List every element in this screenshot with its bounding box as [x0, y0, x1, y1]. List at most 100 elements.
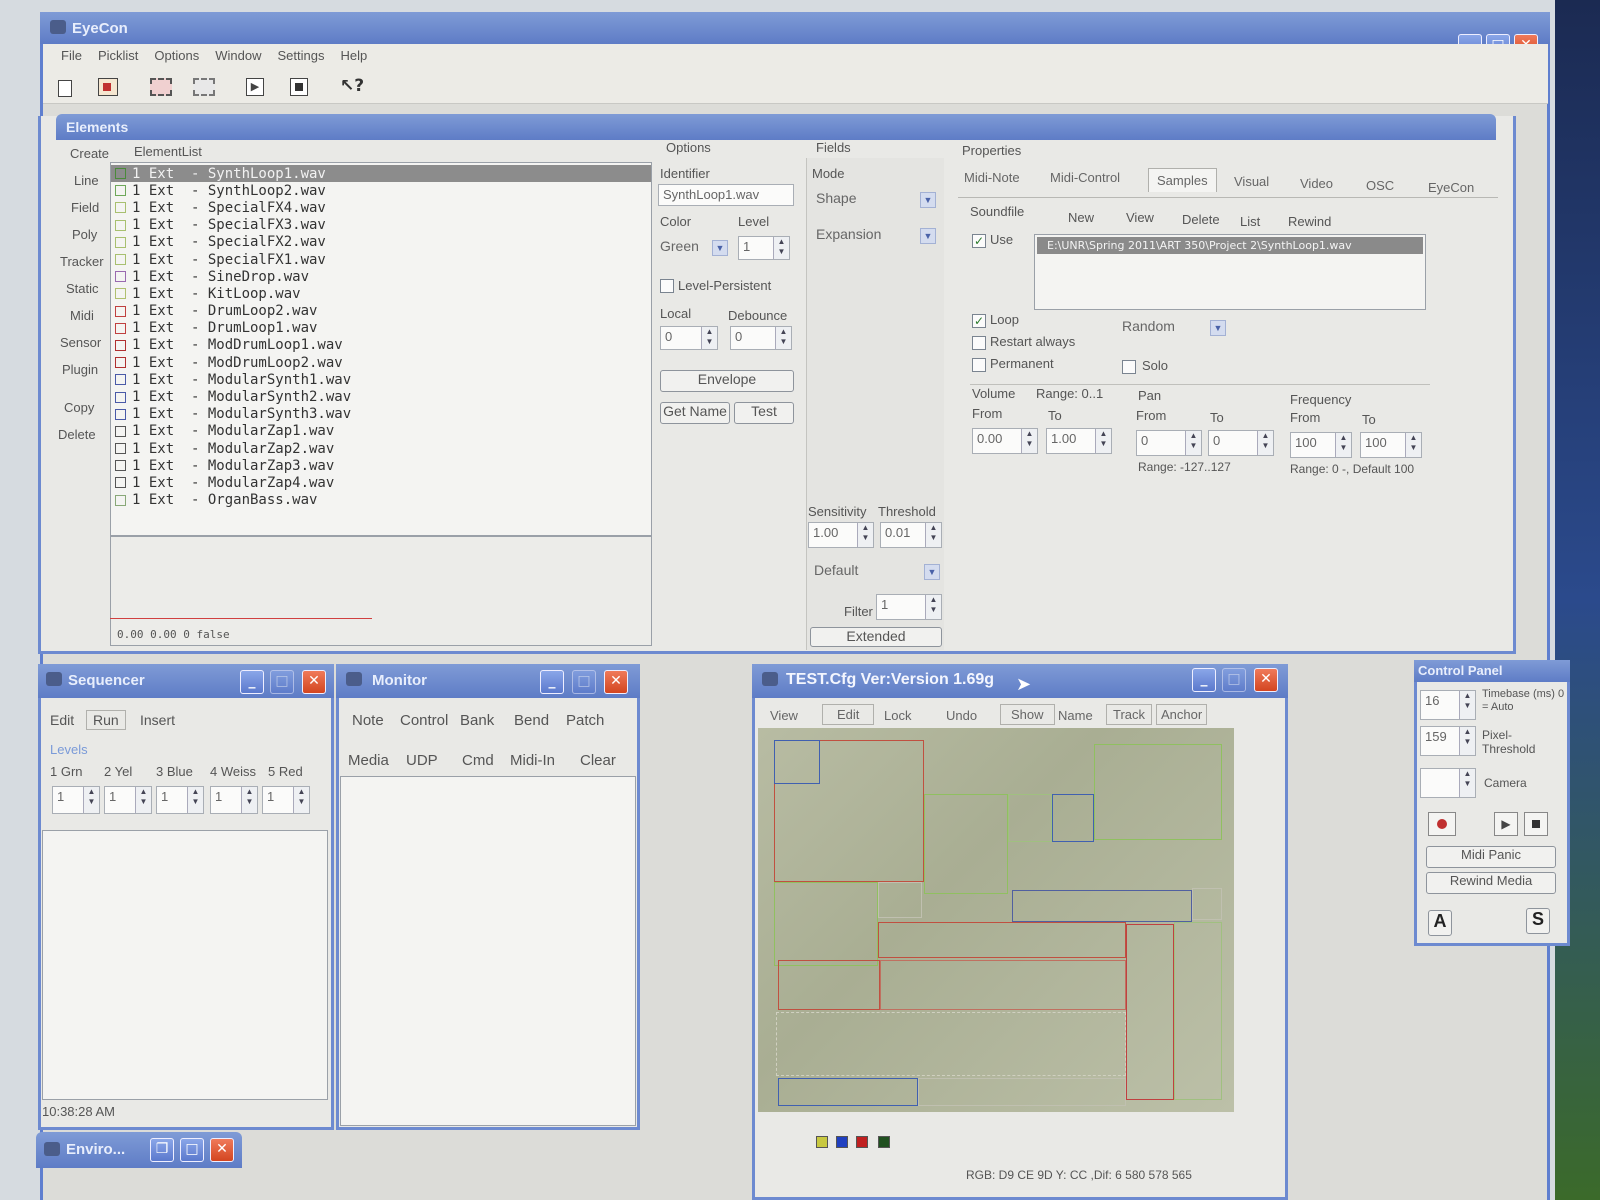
s-button[interactable]: S	[1526, 908, 1550, 934]
play-icon[interactable]: ▶	[1494, 812, 1518, 836]
tab-osc[interactable]: OSC	[1366, 178, 1394, 193]
sequencer-maximize-button[interactable]: □	[270, 670, 294, 694]
help-cursor-icon[interactable]: ↖?	[340, 76, 364, 96]
cfg-view-button[interactable]: View	[770, 708, 798, 723]
stop-icon[interactable]	[1524, 812, 1548, 836]
field-rect[interactable]	[774, 882, 878, 966]
spinner-arrows-icon[interactable]: ▲ ▼	[773, 237, 789, 259]
menu-file[interactable]: File	[53, 44, 90, 68]
pan-from-spinner[interactable]: 0 ▲ ▼	[1136, 430, 1202, 456]
cfg-edit-button[interactable]: Edit	[822, 704, 875, 725]
tab-samples[interactable]: Samples	[1148, 168, 1217, 192]
cfg-undo-button[interactable]: Undo	[946, 708, 977, 723]
camera-canvas[interactable]	[758, 728, 1234, 1112]
sequencer-minimize-button[interactable]: _	[240, 670, 264, 694]
swatch-yellow[interactable]	[816, 1136, 828, 1148]
sound-rewind-button[interactable]: Rewind	[1288, 214, 1331, 229]
local-spinner[interactable]: 0 ▲ ▼	[660, 326, 718, 350]
monitor-control-button[interactable]: Control	[400, 712, 448, 729]
field-rect[interactable]	[1052, 794, 1094, 842]
tab-midi-control[interactable]: Midi-Control	[1050, 170, 1120, 185]
solo-checkbox[interactable]	[1122, 360, 1136, 374]
pixel-threshold-spinner[interactable]: 159 ▲ ▼	[1420, 726, 1476, 756]
field-rect[interactable]	[878, 922, 1126, 958]
element-list-row[interactable]: 1 Ext - ModularZap4.wav	[111, 474, 651, 491]
filter-spinner[interactable]: 1 ▲ ▼	[876, 594, 942, 620]
element-list-row[interactable]: 1 Ext - ModularZap3.wav	[111, 457, 651, 474]
level-spinner[interactable]: 1 ▲ ▼	[738, 236, 790, 260]
create-sensor-button[interactable]: Sensor	[60, 335, 101, 350]
sequencer-run-menu[interactable]: Run	[86, 710, 126, 730]
field-rect[interactable]	[880, 960, 1126, 1010]
level-4-spinner[interactable]: 1 ▲ ▼	[210, 786, 258, 814]
test-button[interactable]: Test	[734, 402, 794, 424]
field-rect[interactable]	[918, 1078, 1126, 1106]
camera-spinner[interactable]: ▲ ▼	[1420, 768, 1476, 798]
monitor-midi-in-button[interactable]: Midi-In	[510, 752, 555, 769]
field-rect[interactable]	[924, 794, 1008, 894]
sound-view-button[interactable]: View	[1126, 210, 1154, 225]
field-rect[interactable]	[1008, 794, 1052, 842]
menu-window[interactable]: Window	[207, 44, 269, 68]
spinner-arrows-icon[interactable]: ▲ ▼	[857, 523, 873, 547]
delete-button[interactable]: Delete	[58, 427, 96, 442]
loop-checkbox[interactable]: ✓	[972, 314, 986, 328]
rewind-media-button[interactable]: Rewind Media	[1426, 872, 1556, 894]
element-list-row[interactable]: 1 Ext - ModularSynth2.wav	[111, 388, 651, 405]
spinner-arrows-icon[interactable]: ▲ ▼	[1335, 433, 1351, 457]
field-rect[interactable]	[1094, 744, 1222, 840]
stop-icon[interactable]	[290, 78, 308, 96]
monitor-log[interactable]	[340, 776, 636, 1126]
film-strip-icon[interactable]	[150, 78, 172, 96]
field-rect[interactable]	[878, 882, 922, 918]
spinner-arrows-icon[interactable]: ▲ ▼	[241, 787, 257, 813]
spinner-arrows-icon[interactable]: ▲ ▼	[135, 787, 151, 813]
test-cfg-close-button[interactable]: ✕	[1254, 668, 1278, 692]
field-rect[interactable]	[774, 740, 820, 784]
create-static-button[interactable]: Static	[66, 281, 99, 296]
identifier-field[interactable]: SynthLoop1.wav	[658, 184, 794, 206]
spinner-arrows-icon[interactable]: ▲ ▼	[1405, 433, 1421, 457]
restart-always-checkbox[interactable]	[972, 336, 986, 350]
level-persistent-checkbox[interactable]	[660, 279, 674, 293]
monitor-maximize-button[interactable]: □	[572, 670, 596, 694]
default-select[interactable]: Default ▼	[814, 562, 940, 582]
create-field-button[interactable]: Field	[71, 200, 99, 215]
monitor-cmd-button[interactable]: Cmd	[462, 752, 494, 769]
volume-from-spinner[interactable]: 0.00 ▲ ▼	[972, 428, 1038, 454]
soundfile-list[interactable]: E:\UNR\Spring 2011\ART 350\Project 2\Syn…	[1034, 234, 1426, 310]
field-rect[interactable]	[778, 1078, 918, 1106]
sound-list-button[interactable]: List	[1240, 214, 1260, 229]
field-rect[interactable]	[1174, 922, 1222, 1100]
element-list[interactable]: 1 Ext - SynthLoop1.wav 1 Ext - SynthLoop2…	[110, 162, 652, 536]
sequencer-close-button[interactable]: ✕	[302, 670, 326, 694]
film-strip-alt-icon[interactable]	[193, 78, 215, 96]
level-3-spinner[interactable]: 1 ▲ ▼	[156, 786, 204, 814]
sound-delete-button[interactable]: Delete	[1182, 212, 1220, 227]
permanent-checkbox[interactable]	[972, 358, 986, 372]
sound-new-button[interactable]: New	[1068, 210, 1094, 225]
monitor-bank-button[interactable]: Bank	[460, 712, 494, 729]
field-rect[interactable]	[1192, 888, 1222, 920]
menu-options[interactable]: Options	[146, 44, 207, 68]
timebase-spinner[interactable]: 16 ▲ ▼	[1420, 690, 1476, 720]
threshold-spinner[interactable]: 0.01 ▲ ▼	[880, 522, 942, 548]
monitor-clear-button[interactable]: Clear	[580, 752, 616, 769]
cfg-lock-button[interactable]: Lock	[884, 708, 911, 723]
spinner-arrows-icon[interactable]: ▲ ▼	[1021, 429, 1037, 453]
create-poly-button[interactable]: Poly	[72, 227, 97, 242]
field-rect[interactable]	[776, 1012, 1126, 1076]
spinner-arrows-icon[interactable]: ▲ ▼	[1459, 691, 1475, 719]
get-name-button[interactable]: Get Name	[660, 402, 730, 424]
pan-to-spinner[interactable]: 0 ▲ ▼	[1208, 430, 1274, 456]
field-rect[interactable]	[1012, 890, 1192, 922]
debounce-spinner[interactable]: 0 ▲ ▼	[730, 326, 792, 350]
element-list-row[interactable]: 1 Ext - SpecialFX1.wav	[111, 251, 651, 268]
use-checkbox[interactable]: ✓	[972, 234, 986, 248]
spinner-arrows-icon[interactable]: ▲ ▼	[83, 787, 99, 813]
tab-video[interactable]: Video	[1300, 176, 1333, 191]
spinner-arrows-icon[interactable]: ▲ ▼	[187, 787, 203, 813]
create-midi-button[interactable]: Midi	[70, 308, 94, 323]
spinner-arrows-icon[interactable]: ▲ ▼	[775, 327, 791, 349]
spinner-arrows-icon[interactable]: ▲ ▼	[1257, 431, 1273, 455]
